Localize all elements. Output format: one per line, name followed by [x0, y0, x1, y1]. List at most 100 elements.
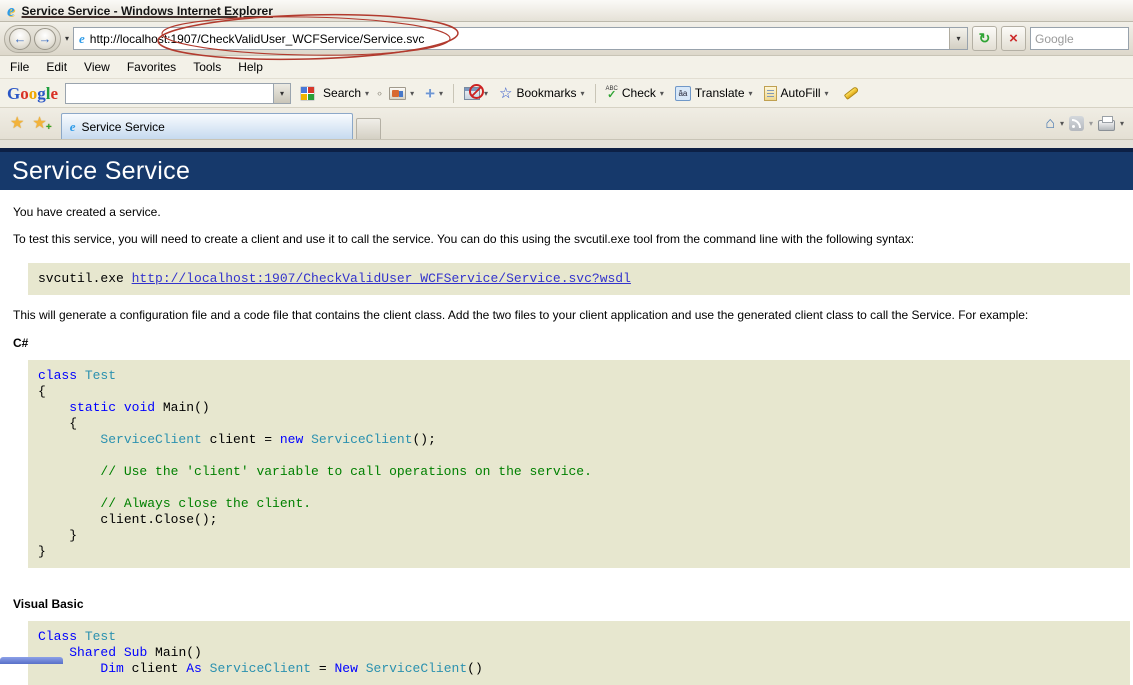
- add-favorite-button[interactable]: ★ +: [32, 114, 51, 132]
- plus-badge-icon: +: [45, 121, 52, 133]
- tab-bar-right-tools: ⌂ ▾ ▾ ▾: [1045, 108, 1129, 139]
- search-button-label: Search: [323, 86, 362, 100]
- tab-service-service[interactable]: e Service Service: [60, 113, 353, 139]
- menu-edit[interactable]: Edit: [39, 57, 77, 77]
- chevron-down-icon: ▾: [365, 88, 370, 98]
- browser-search-box: [1030, 27, 1129, 50]
- test-instructions-text: To test this service, you will need to c…: [13, 232, 915, 246]
- vb-heading: Visual Basic: [13, 597, 84, 611]
- send-to-icon: [389, 86, 407, 100]
- google-search-input[interactable]: [65, 82, 274, 104]
- rss-feed-button[interactable]: [1068, 116, 1084, 131]
- google-search-dropdown[interactable]: ▾: [273, 82, 292, 104]
- translate-button[interactable]: âa Translate ▾: [672, 84, 756, 103]
- menu-bar: File Edit View Favorites Tools Help: [0, 56, 1133, 79]
- menu-view[interactable]: View: [77, 57, 120, 77]
- spellcheck-button[interactable]: ABC ✓ Check ▾: [603, 84, 667, 103]
- chevron-down-icon: ▾: [824, 88, 829, 98]
- google-toolbar: Google ▾ Search ▾ ‹› ▾ + ▾ ▾ ☆ Bookmarks…: [0, 79, 1133, 108]
- csharp-code-block: class Test { static void Main() { Servic…: [28, 360, 1130, 568]
- bookmarks-label: Bookmarks: [516, 86, 577, 100]
- toolbar-separator: [594, 83, 596, 103]
- back-button[interactable]: ←: [9, 27, 31, 50]
- address-dropdown-button[interactable]: ▾: [949, 28, 967, 49]
- autofill-icon: [763, 85, 777, 101]
- menu-help[interactable]: Help: [231, 57, 273, 77]
- page-banner: Service Service: [0, 148, 1133, 190]
- print-button[interactable]: [1097, 116, 1115, 131]
- tab-label: Service Service: [81, 119, 165, 134]
- tab-bar: ★ ★ + e Service Service ⌂ ▾ ▾ ▾: [0, 108, 1133, 140]
- chevron-down-icon: ▾: [280, 88, 285, 98]
- generate-instructions-text: This will generate a configuration file …: [13, 308, 1029, 322]
- popup-blocker-button[interactable]: ▾: [461, 83, 491, 102]
- stop-icon: ×: [1009, 30, 1018, 47]
- chrome-page-gap: [0, 140, 1133, 148]
- csharp-heading: C#: [13, 336, 29, 350]
- svcutil-command-prefix: svcutil.exe: [38, 271, 132, 286]
- svcutil-command-block: svcutil.exe http://localhost:1907/CheckV…: [28, 263, 1130, 295]
- chevron-down-icon: ▾: [439, 88, 444, 98]
- tab-ie-icon: e: [69, 118, 76, 134]
- favorites-buttons: ★ ★ +: [4, 108, 55, 139]
- address-url: http://localhost:1907/CheckValidUser_WCF…: [89, 31, 425, 46]
- google-search-button[interactable]: Search ▾: [320, 84, 372, 102]
- stop-button[interactable]: ×: [1001, 26, 1026, 51]
- forward-arrow-icon: →: [38, 31, 52, 46]
- chevron-down-icon: ▾: [659, 88, 664, 98]
- checkmark-icon: ✓: [607, 88, 617, 101]
- popup-blocker-icon: [464, 83, 485, 100]
- home-button[interactable]: ⌂: [1045, 115, 1055, 132]
- chevron-down-icon: ▾: [1088, 119, 1093, 128]
- title-bar: e Service Service - Windows Internet Exp…: [0, 0, 1133, 22]
- spellcheck-icon: ABC ✓: [606, 86, 618, 101]
- chevron-down-icon[interactable]: ▾: [1060, 119, 1064, 128]
- window-title: Service Service - Windows Internet Explo…: [21, 3, 273, 18]
- history-dropdown-icon[interactable]: ▾: [65, 34, 69, 43]
- page-title: Service Service: [12, 156, 191, 185]
- google-logo: Google: [7, 83, 59, 103]
- bookmarks-button[interactable]: ☆ Bookmarks ▾: [496, 84, 588, 103]
- translate-label: Translate: [694, 86, 745, 100]
- favorites-button[interactable]: ★: [10, 115, 24, 132]
- chevron-down-icon: ▾: [956, 34, 961, 43]
- back-arrow-icon: ←: [13, 31, 27, 46]
- check-label: Check: [621, 86, 656, 100]
- chevron-down-icon: ▾: [580, 88, 585, 98]
- autofill-button[interactable]: AutoFill ▾: [761, 84, 832, 103]
- wsdl-link[interactable]: http://localhost:1907/CheckValidUser_WCF…: [132, 271, 631, 286]
- highlighter-button[interactable]: [837, 86, 866, 100]
- chevron-down-icon: ▾: [484, 88, 489, 98]
- google-icon: [300, 85, 316, 101]
- menu-tools[interactable]: Tools: [186, 57, 231, 77]
- menu-favorites[interactable]: Favorites: [120, 57, 186, 77]
- add-toolbar-button[interactable]: + ▾: [422, 83, 446, 104]
- highlighter-icon: [843, 86, 859, 100]
- browser-search-input[interactable]: [1035, 31, 1124, 46]
- vb-code-block: Class Test Shared Sub Main() Dim client …: [28, 621, 1130, 685]
- nav-button-group: ← →: [4, 24, 61, 53]
- toolbar-resize-handle[interactable]: ‹›: [377, 88, 382, 98]
- bookmark-star-icon: ☆: [499, 84, 513, 102]
- google-search-combo: ▾: [65, 82, 292, 104]
- ie-logo-icon: e: [7, 1, 15, 20]
- new-tab-button[interactable]: [355, 118, 381, 139]
- address-bar[interactable]: e http://localhost:1907/CheckValidUser_W…: [73, 27, 968, 50]
- chevron-down-icon: ▾: [410, 88, 415, 98]
- plus-icon: +: [425, 83, 436, 103]
- refresh-icon: ↻: [978, 30, 991, 46]
- star-icon: ★: [32, 114, 47, 132]
- refresh-button[interactable]: ↻: [972, 26, 997, 51]
- autofill-label: AutoFill: [780, 86, 821, 100]
- chevron-down-icon[interactable]: ▾: [1120, 119, 1124, 128]
- translate-icon: âa: [674, 85, 691, 101]
- menu-file[interactable]: File: [3, 57, 39, 77]
- bottom-left-blue-fragment: [0, 657, 63, 664]
- forward-button[interactable]: →: [34, 27, 56, 50]
- toolbar-separator: [453, 83, 455, 103]
- navigation-bar: ← → ▾ e http://localhost:1907/CheckValid…: [0, 22, 1133, 56]
- created-service-text: You have created a service.: [13, 205, 161, 219]
- chevron-down-icon: ▾: [748, 88, 753, 98]
- send-to-button[interactable]: ▾: [386, 85, 417, 102]
- page-ie-icon: e: [79, 30, 85, 46]
